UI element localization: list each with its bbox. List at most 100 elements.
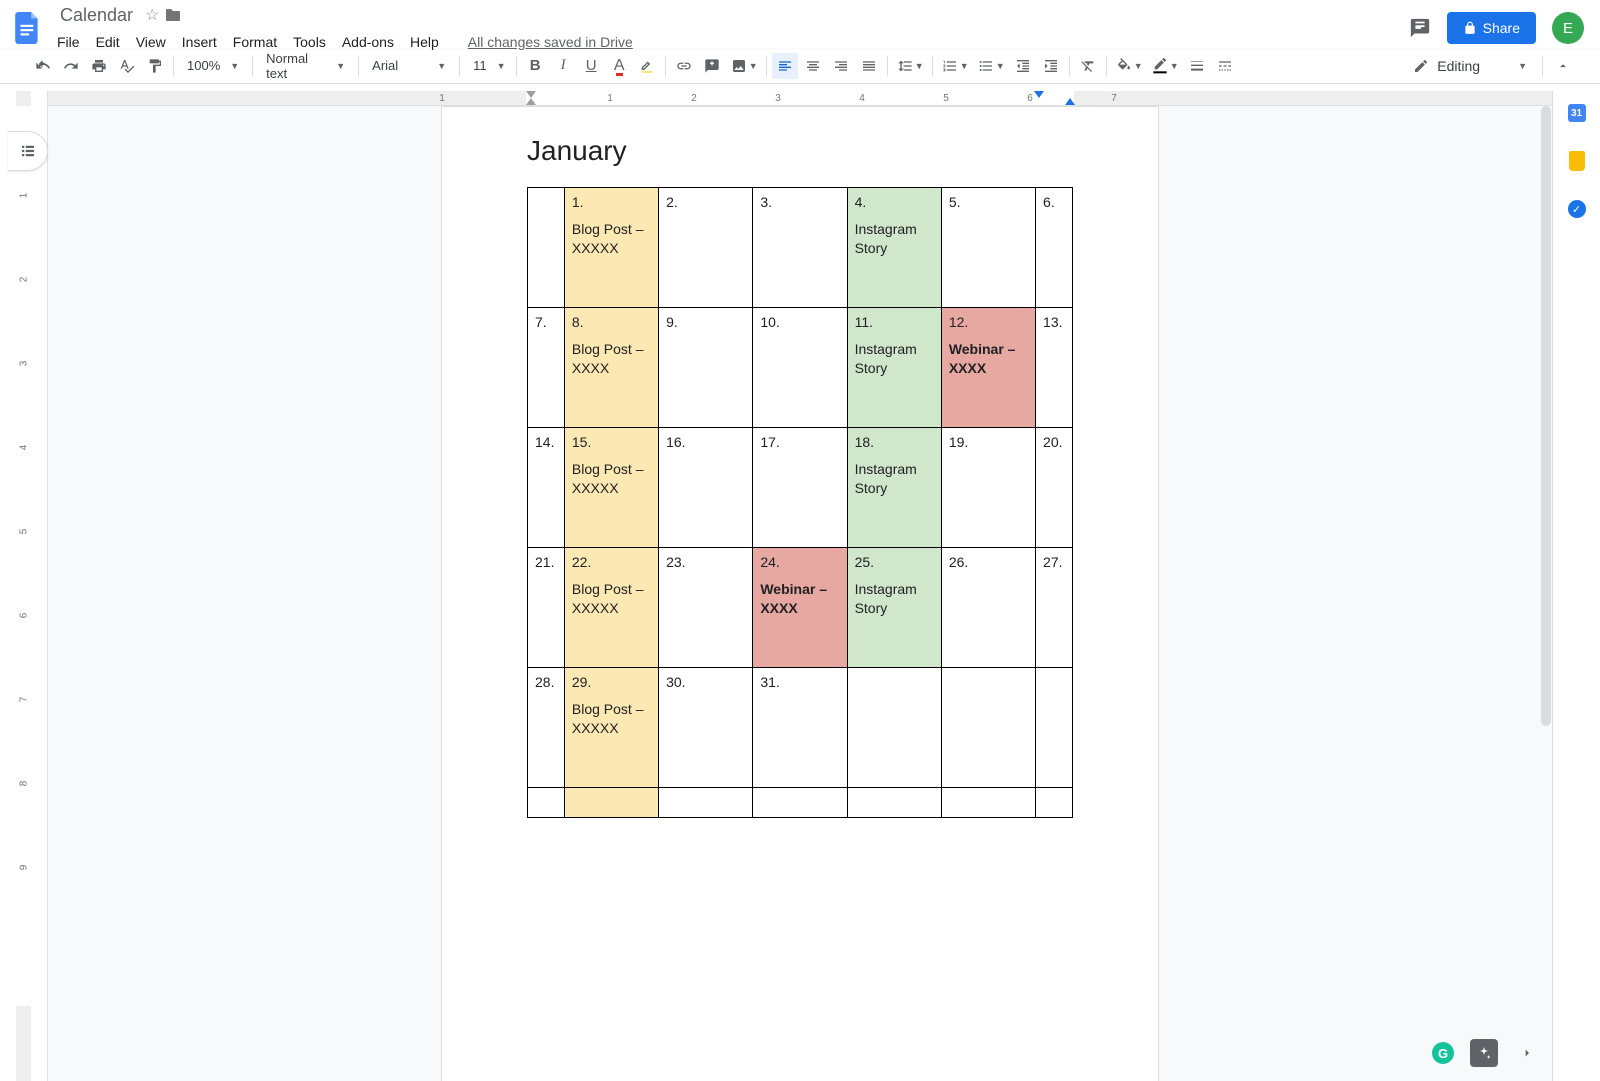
border-style-button[interactable] — [1212, 53, 1238, 79]
calendar-cell[interactable] — [847, 788, 941, 818]
align-left-button[interactable] — [772, 53, 798, 79]
paint-format-button[interactable] — [142, 53, 168, 79]
comments-icon[interactable] — [1409, 17, 1431, 39]
grammarly-icon[interactable]: G — [1432, 1042, 1454, 1064]
border-width-button[interactable] — [1184, 53, 1210, 79]
calendar-cell[interactable] — [1036, 788, 1073, 818]
calendar-cell[interactable]: 22.Blog Post – XXXXX — [564, 548, 658, 668]
italic-button[interactable]: I — [550, 53, 576, 79]
calendar-cell[interactable] — [941, 668, 1035, 788]
calendar-cell[interactable]: 2. — [659, 188, 753, 308]
calendar-cell[interactable]: 13. — [1036, 308, 1073, 428]
comment-button[interactable] — [699, 53, 725, 79]
vertical-scrollbar[interactable] — [1540, 106, 1552, 1081]
calendar-addon-icon[interactable]: 31 — [1567, 103, 1587, 123]
calendar-cell[interactable] — [659, 788, 753, 818]
bulleted-list-button[interactable]: ▼ — [974, 53, 1008, 79]
month-title[interactable]: January — [527, 135, 1073, 167]
text-color-button[interactable]: A — [606, 53, 632, 79]
align-center-button[interactable] — [800, 53, 826, 79]
calendar-cell[interactable] — [564, 788, 658, 818]
tasks-addon-icon[interactable]: ✓ — [1567, 199, 1587, 219]
paragraph-style-select[interactable]: Normal text▼ — [258, 53, 353, 79]
horizontal-ruler[interactable]: 11234567 — [48, 91, 1552, 106]
keep-addon-icon[interactable] — [1567, 151, 1587, 171]
share-button[interactable]: Share — [1447, 12, 1536, 44]
fill-color-button[interactable]: ▼ — [1112, 53, 1146, 79]
menu-file[interactable]: File — [50, 30, 87, 54]
calendar-cell[interactable]: 16. — [659, 428, 753, 548]
calendar-cell[interactable] — [753, 788, 847, 818]
calendar-cell[interactable] — [941, 788, 1035, 818]
calendar-cell[interactable]: 17. — [753, 428, 847, 548]
calendar-cell[interactable] — [1036, 668, 1073, 788]
calendar-cell[interactable]: 12.Webinar – XXXX — [941, 308, 1035, 428]
calendar-cell[interactable]: 3. — [753, 188, 847, 308]
move-folder-icon[interactable] — [165, 8, 181, 22]
underline-button[interactable]: U — [578, 53, 604, 79]
font-family-select[interactable]: Arial▼ — [364, 53, 454, 79]
calendar-cell[interactable]: 1.Blog Post – XXXXX — [564, 188, 658, 308]
menu-edit[interactable]: Edit — [89, 30, 127, 54]
menu-view[interactable]: View — [129, 30, 173, 54]
border-color-button[interactable]: ▼ — [1148, 53, 1182, 79]
align-right-button[interactable] — [828, 53, 854, 79]
zoom-select[interactable]: 100%▼ — [179, 53, 247, 79]
calendar-cell[interactable]: 31. — [753, 668, 847, 788]
calendar-table[interactable]: 1.Blog Post – XXXXX2.3.4.Instagram Story… — [527, 187, 1073, 818]
calendar-cell[interactable]: 28. — [528, 668, 565, 788]
calendar-cell[interactable]: 10. — [753, 308, 847, 428]
clear-formatting-button[interactable] — [1075, 53, 1101, 79]
star-icon[interactable]: ☆ — [145, 5, 159, 25]
menu-add-ons[interactable]: Add-ons — [335, 30, 401, 54]
calendar-cell[interactable]: 26. — [941, 548, 1035, 668]
docs-logo-icon[interactable] — [10, 10, 46, 46]
calendar-cell[interactable]: 30. — [659, 668, 753, 788]
print-button[interactable] — [86, 53, 112, 79]
undo-button[interactable] — [30, 53, 56, 79]
account-avatar[interactable]: E — [1552, 12, 1584, 44]
spellcheck-button[interactable] — [114, 53, 140, 79]
align-justify-button[interactable] — [856, 53, 882, 79]
document-page[interactable]: January 1.Blog Post – XXXXX2.3.4.Instagr… — [441, 106, 1159, 1081]
document-title[interactable]: Calendar — [54, 3, 139, 28]
font-size-select[interactable]: 11▼ — [465, 53, 511, 79]
calendar-cell[interactable]: 24.Webinar – XXXX — [753, 548, 847, 668]
link-button[interactable] — [671, 53, 697, 79]
redo-button[interactable] — [58, 53, 84, 79]
calendar-cell[interactable]: 29.Blog Post – XXXXX — [564, 668, 658, 788]
vertical-ruler[interactable]: 123456789 — [0, 91, 48, 1081]
numbered-list-button[interactable]: ▼ — [938, 53, 972, 79]
line-spacing-button[interactable]: ▼ — [893, 53, 927, 79]
outdent-button[interactable] — [1010, 53, 1036, 79]
calendar-cell[interactable]: 4.Instagram Story — [847, 188, 941, 308]
outline-toggle[interactable] — [8, 131, 48, 171]
calendar-cell[interactable] — [528, 188, 565, 308]
calendar-cell[interactable]: 23. — [659, 548, 753, 668]
calendar-cell[interactable]: 6. — [1036, 188, 1073, 308]
menu-help[interactable]: Help — [403, 30, 446, 54]
explore-button[interactable] — [1470, 1039, 1498, 1067]
calendar-cell[interactable]: 11.Instagram Story — [847, 308, 941, 428]
calendar-cell[interactable] — [847, 668, 941, 788]
calendar-cell[interactable]: 21. — [528, 548, 565, 668]
image-button[interactable]: ▼ — [727, 53, 761, 79]
collapse-toolbar-button[interactable] — [1550, 53, 1576, 79]
canvas[interactable]: January 1.Blog Post – XXXXX2.3.4.Instagr… — [48, 91, 1552, 1081]
menu-insert[interactable]: Insert — [175, 30, 224, 54]
side-panel-collapse-icon[interactable] — [1514, 1040, 1540, 1066]
calendar-cell[interactable]: 19. — [941, 428, 1035, 548]
calendar-cell[interactable] — [528, 788, 565, 818]
save-status[interactable]: All changes saved in Drive — [468, 34, 633, 50]
calendar-cell[interactable]: 27. — [1036, 548, 1073, 668]
calendar-cell[interactable]: 15.Blog Post – XXXXX — [564, 428, 658, 548]
highlight-button[interactable] — [634, 53, 660, 79]
calendar-cell[interactable]: 7. — [528, 308, 565, 428]
bold-button[interactable]: B — [522, 53, 548, 79]
calendar-cell[interactable]: 9. — [659, 308, 753, 428]
mode-select[interactable]: Editing ▼ — [1405, 58, 1535, 74]
calendar-cell[interactable]: 5. — [941, 188, 1035, 308]
calendar-cell[interactable]: 8.Blog Post – XXXX — [564, 308, 658, 428]
calendar-cell[interactable]: 20. — [1036, 428, 1073, 548]
indent-button[interactable] — [1038, 53, 1064, 79]
